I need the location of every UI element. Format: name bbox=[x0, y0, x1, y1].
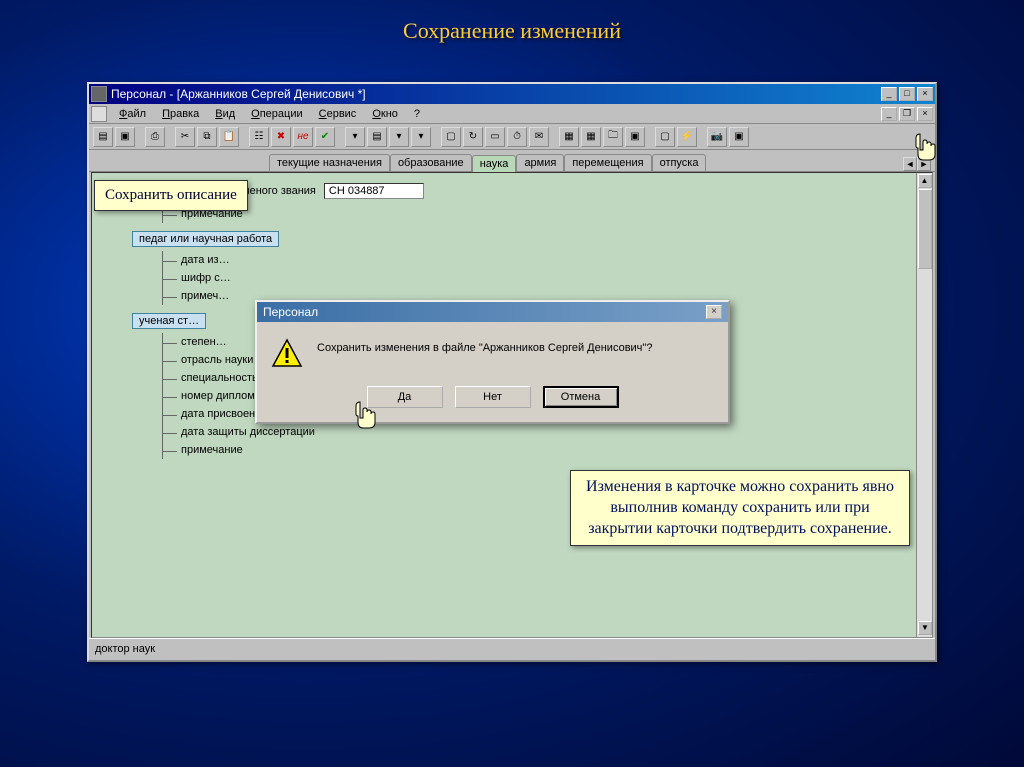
window-title: Персонал - [Аржанников Сергей Денисович … bbox=[111, 87, 879, 101]
toolbar-last-icon[interactable]: ▣ bbox=[729, 127, 749, 147]
toolbar-action-icon[interactable]: ⚡ bbox=[677, 127, 697, 147]
toolbar-camera-icon[interactable]: 📷 bbox=[707, 127, 727, 147]
tree-group-pedagog[interactable]: педаг или научная работа bbox=[132, 231, 279, 247]
toolbar-time-icon[interactable]: ⏱ bbox=[507, 127, 527, 147]
slide-title: Сохранение изменений bbox=[0, 0, 1024, 44]
tab-scroll-controls: ◄ ► bbox=[903, 157, 935, 171]
toolbar-cut-icon[interactable]: ✂ bbox=[175, 127, 195, 147]
toolbar-copy-icon[interactable]: ⧉ bbox=[197, 127, 217, 147]
mdi-restore-button[interactable]: ❐ bbox=[899, 107, 915, 121]
tree-leaf-date-iz[interactable]: дата из… bbox=[163, 251, 912, 269]
scroll-down-icon[interactable]: ▼ bbox=[918, 621, 932, 635]
tab-scroll-right-icon[interactable]: ► bbox=[917, 157, 931, 171]
warning-icon bbox=[271, 338, 303, 370]
toolbar-drop-icon[interactable]: ▾ bbox=[389, 127, 409, 147]
dialog-title: Персонал bbox=[263, 305, 318, 319]
tree-leaf-note3[interactable]: примечание bbox=[163, 441, 912, 459]
toolbar-browse-icon[interactable]: ▾ bbox=[345, 127, 365, 147]
scroll-thumb[interactable] bbox=[918, 189, 932, 269]
tab-science[interactable]: наука bbox=[472, 155, 517, 172]
tree-leaf-note[interactable]: примечание bbox=[163, 205, 912, 223]
tab-army[interactable]: армия bbox=[516, 154, 564, 171]
minimize-button[interactable]: _ bbox=[881, 87, 897, 101]
dialog-titlebar: Персонал × bbox=[257, 302, 728, 322]
toolbar-grid2-icon[interactable]: ▦ bbox=[581, 127, 601, 147]
tab-vacation[interactable]: отпуска bbox=[652, 154, 707, 171]
callout-save-description: Сохранить описание bbox=[94, 180, 248, 211]
toolbar-more-icon[interactable]: ▣ bbox=[625, 127, 645, 147]
tree-group-degree[interactable]: ученая ст… bbox=[132, 313, 206, 329]
dialog-close-button[interactable]: × bbox=[706, 305, 722, 319]
toolbar-print-icon[interactable]: ⎙ bbox=[145, 127, 165, 147]
menu-operations[interactable]: Операции bbox=[243, 106, 310, 122]
maximize-button[interactable]: □ bbox=[899, 87, 915, 101]
close-button[interactable]: × bbox=[917, 87, 933, 101]
tab-row: текущие назначения образование наука арм… bbox=[89, 150, 935, 172]
tree-leaf-shifr[interactable]: шифр с… bbox=[163, 269, 912, 287]
toolbar-new-icon[interactable]: ▤ bbox=[93, 127, 113, 147]
status-text: доктор наук bbox=[95, 643, 155, 655]
toolbar-msg-icon[interactable]: ✉ bbox=[529, 127, 549, 147]
field-input-title-number[interactable] bbox=[324, 183, 424, 199]
tab-current-assignments[interactable]: текущие назначения bbox=[269, 154, 390, 171]
toolbar-tree-icon[interactable]: ☷ bbox=[249, 127, 269, 147]
menu-help[interactable]: ? bbox=[406, 106, 428, 122]
tab-scroll-left-icon[interactable]: ◄ bbox=[903, 157, 917, 171]
menu-service[interactable]: Сервис bbox=[311, 106, 365, 122]
callout-info: Изменения в карточке можно сохранить явн… bbox=[570, 470, 910, 546]
menubar: Файл Правка Вид Операции Сервис Окно ? _… bbox=[89, 104, 935, 124]
menu-view[interactable]: Вид bbox=[207, 106, 243, 122]
toolbar: ▤ ▣ ⎙ ✂ ⧉ 📋 ☷ ✖ не ✔ ▾ ▤ ▾ ▾ ▢ ↻ ▭ ⏱ ✉ ▦… bbox=[89, 124, 935, 150]
toolbar-find-icon[interactable]: ▤ bbox=[367, 127, 387, 147]
toolbar-grid1-icon[interactable]: ▦ bbox=[559, 127, 579, 147]
mdi-minimize-button[interactable]: _ bbox=[881, 107, 897, 121]
app-icon bbox=[91, 86, 107, 102]
tab-education[interactable]: образование bbox=[390, 154, 472, 171]
toolbar-text-icon[interactable]: не bbox=[293, 127, 313, 147]
tree-leaf-defend-date[interactable]: дата защиты диссертации bbox=[163, 423, 912, 441]
system-menu-icon[interactable] bbox=[91, 106, 107, 122]
menu-window[interactable]: Окно bbox=[364, 106, 406, 122]
mdi-window-controls: _ ❐ × bbox=[879, 107, 933, 121]
save-confirm-dialog: Персонал × Сохранить изменения в файле "… bbox=[255, 300, 730, 424]
menu-edit[interactable]: Правка bbox=[154, 106, 207, 122]
toolbar-folder-icon[interactable]: 🗀 bbox=[603, 127, 623, 147]
toolbar-cancel-icon[interactable]: ✖ bbox=[271, 127, 291, 147]
toolbar-pick-icon[interactable]: ▾ bbox=[411, 127, 431, 147]
menu-file[interactable]: Файл bbox=[111, 106, 154, 122]
toolbar-check-icon[interactable]: ✔ bbox=[315, 127, 335, 147]
toolbar-paste-icon[interactable]: 📋 bbox=[219, 127, 239, 147]
dialog-message: Сохранить изменения в файле "Аржанников … bbox=[317, 338, 652, 354]
toolbar-book-icon[interactable]: ▭ bbox=[485, 127, 505, 147]
tab-moves[interactable]: перемещения bbox=[564, 154, 651, 171]
dialog-yes-button[interactable]: Да bbox=[367, 386, 443, 408]
titlebar: Персонал - [Аржанников Сергей Денисович … bbox=[89, 84, 935, 104]
toolbar-refresh-icon[interactable]: ↻ bbox=[463, 127, 483, 147]
scroll-up-icon[interactable]: ▲ bbox=[918, 174, 932, 188]
vertical-scrollbar[interactable]: ▲ ▼ bbox=[916, 173, 932, 637]
statusbar: доктор наук bbox=[89, 638, 935, 658]
toolbar-doc-icon[interactable]: ▢ bbox=[441, 127, 461, 147]
mdi-close-button[interactable]: × bbox=[917, 107, 933, 121]
toolbar-form-icon[interactable]: ▢ bbox=[655, 127, 675, 147]
dialog-no-button[interactable]: Нет bbox=[455, 386, 531, 408]
dialog-cancel-button[interactable]: Отмена bbox=[543, 386, 619, 408]
toolbar-open-icon[interactable]: ▣ bbox=[115, 127, 135, 147]
